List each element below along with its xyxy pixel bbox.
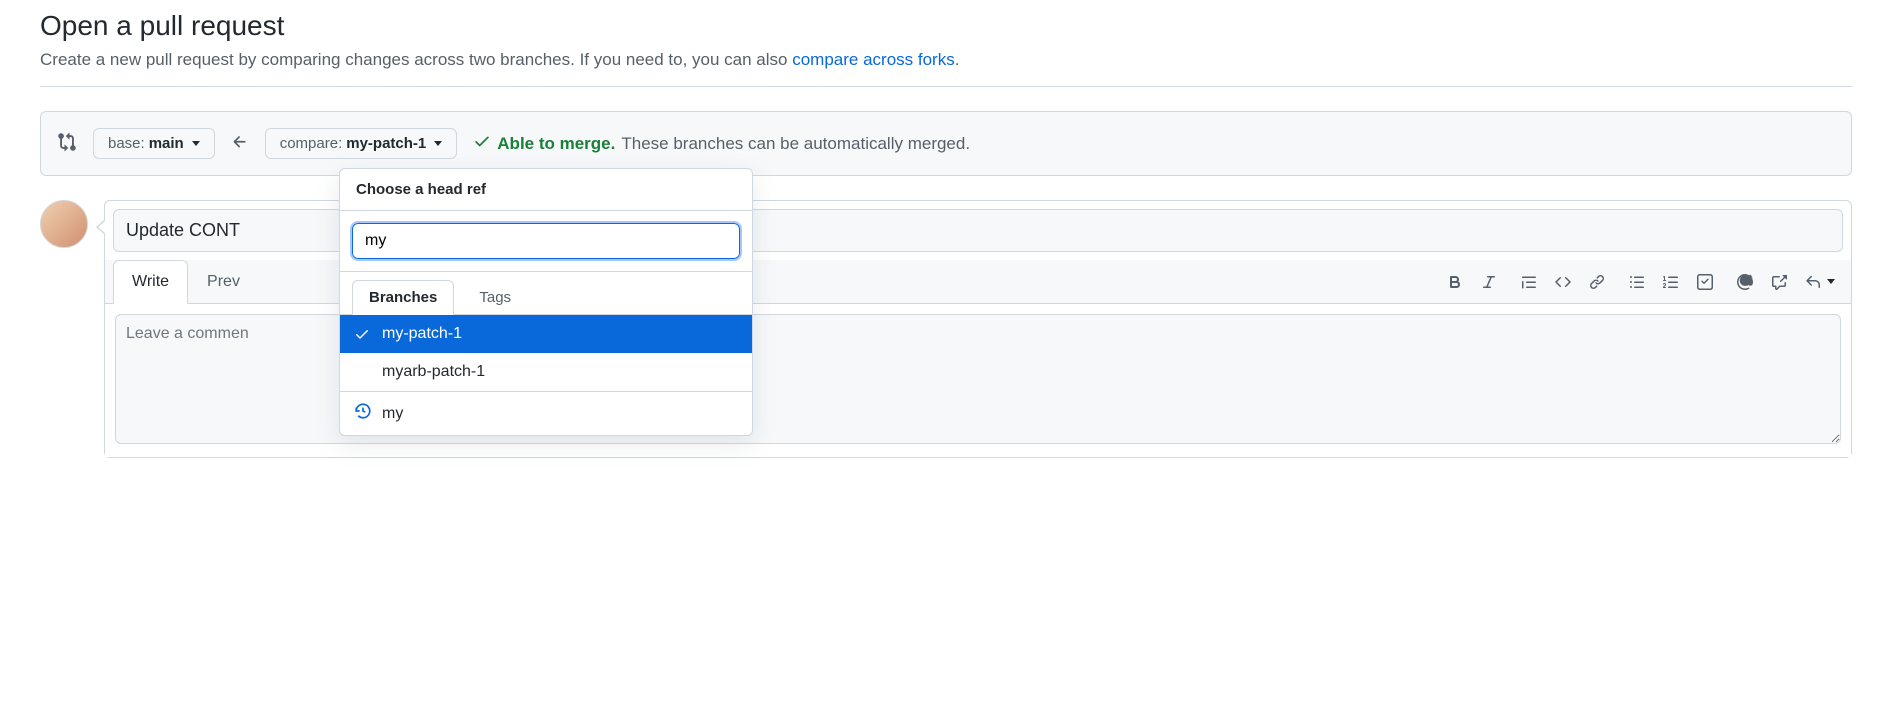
code-icon[interactable]	[1555, 274, 1571, 290]
mention-icon[interactable]	[1737, 274, 1753, 290]
tasklist-icon[interactable]	[1697, 274, 1713, 290]
bold-icon[interactable]	[1447, 274, 1463, 290]
ordered-list-icon[interactable]	[1663, 274, 1679, 290]
formatting-toolbar	[1447, 274, 1843, 290]
merge-able-text: Able to merge.	[497, 134, 615, 154]
branch-item-label: my-patch-1	[382, 325, 462, 343]
merge-note-text: These branches can be automatically merg…	[621, 134, 970, 154]
base-value: main	[149, 135, 184, 152]
compare-branch-button[interactable]: compare: my-patch-1	[265, 128, 458, 159]
branch-search-input[interactable]	[352, 223, 740, 259]
preview-tab[interactable]: Prev	[188, 260, 259, 303]
page-title: Open a pull request	[40, 10, 1852, 42]
head-ref-dropdown: Choose a head ref Branches Tags my-patch…	[339, 168, 753, 436]
compare-forks-link[interactable]: compare across forks	[792, 50, 955, 69]
check-icon	[354, 326, 372, 342]
merge-status: Able to merge. These branches can be aut…	[473, 132, 970, 155]
recent-search-label: my	[382, 405, 403, 423]
compare-bar: base: main compare: my-patch-1 Able to m…	[40, 111, 1852, 176]
avatar	[40, 200, 88, 248]
unordered-list-icon[interactable]	[1629, 274, 1645, 290]
check-icon	[473, 132, 491, 155]
branch-list: my-patch-1 myarb-patch-1	[340, 315, 752, 391]
subtitle-text: Create a new pull request by comparing c…	[40, 50, 792, 69]
branch-item[interactable]: my-patch-1	[340, 315, 752, 353]
page-subtitle: Create a new pull request by comparing c…	[40, 50, 1852, 70]
branch-item-label: myarb-patch-1	[382, 363, 485, 381]
recent-search-item[interactable]: my	[340, 391, 752, 435]
arrow-left-icon	[231, 133, 249, 154]
link-icon[interactable]	[1589, 274, 1605, 290]
dropdown-title: Choose a head ref	[340, 169, 752, 211]
caret-down-icon	[1827, 279, 1835, 284]
git-compare-icon	[57, 132, 77, 155]
branches-tab[interactable]: Branches	[352, 280, 454, 315]
caret-down-icon	[434, 141, 442, 146]
cross-reference-icon[interactable]	[1771, 274, 1787, 290]
compare-label: compare:	[280, 135, 343, 152]
write-tab[interactable]: Write	[113, 260, 188, 304]
reply-icon[interactable]	[1805, 274, 1835, 290]
italic-icon[interactable]	[1481, 274, 1497, 290]
caret-down-icon	[192, 141, 200, 146]
base-branch-button[interactable]: base: main	[93, 128, 215, 159]
history-icon	[354, 402, 372, 425]
compare-value: my-patch-1	[346, 135, 426, 152]
quote-icon[interactable]	[1521, 274, 1537, 290]
base-label: base:	[108, 135, 145, 152]
divider	[40, 86, 1852, 87]
tags-tab[interactable]: Tags	[462, 280, 528, 314]
branch-item[interactable]: myarb-patch-1	[340, 353, 752, 391]
subtitle-suffix: .	[955, 50, 960, 69]
